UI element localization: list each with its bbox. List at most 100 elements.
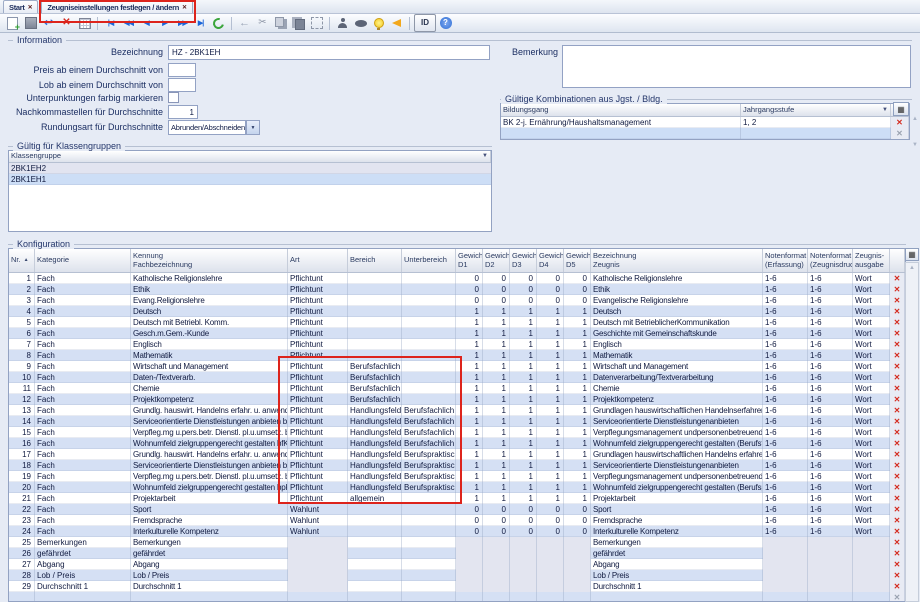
- grid-cell[interactable]: [537, 581, 564, 592]
- grid-cell[interactable]: Deutsch mit Betriebl. Komm.: [131, 317, 288, 328]
- grid-cell[interactable]: 1-6: [763, 460, 808, 471]
- grid-cell[interactable]: [501, 128, 741, 139]
- grid-cell[interactable]: 1: [510, 482, 537, 493]
- delete-row-icon[interactable]: ✕: [890, 372, 905, 383]
- grid-settings-button[interactable]: ▦: [893, 102, 909, 116]
- grid-cell[interactable]: 1: [483, 427, 510, 438]
- grid-cell[interactable]: [763, 581, 808, 592]
- grid-cell[interactable]: Wohnumfeld zielgruppengerecht gestalten …: [131, 482, 288, 493]
- grid-cell[interactable]: [763, 570, 808, 581]
- grid-cell[interactable]: Katholische Religionslehre: [591, 273, 763, 284]
- grid-cell[interactable]: Lob / Preis: [591, 570, 763, 581]
- grid-cell[interactable]: 1: [564, 449, 591, 460]
- grid-cell[interactable]: [348, 284, 402, 295]
- kombinationen-scrollbar[interactable]: ▲ ▼: [910, 116, 920, 148]
- grid-cell[interactable]: 1: [564, 383, 591, 394]
- column-header[interactable]: Notenformat (Erfassung): [763, 249, 808, 272]
- grid-cell[interactable]: 1: [537, 438, 564, 449]
- grid-cell[interactable]: Serviceorientierte Dienstleistungenanbie…: [591, 416, 763, 427]
- grid-cell[interactable]: [564, 548, 591, 559]
- grid-cell[interactable]: Handlungsfeld: [348, 416, 402, 427]
- delete-row-icon[interactable]: ✕: [890, 515, 905, 526]
- tab-start[interactable]: Start ✕: [3, 0, 38, 13]
- grid-cell[interactable]: 1-6: [763, 504, 808, 515]
- grid-cell[interactable]: [483, 592, 510, 602]
- grid-cell[interactable]: 7: [9, 339, 35, 350]
- grid-cell[interactable]: 21: [9, 493, 35, 504]
- copy-icon[interactable]: [272, 15, 289, 31]
- grid-cell[interactable]: Berufspraktisch: [402, 482, 456, 493]
- grid-cell[interactable]: 0: [537, 295, 564, 306]
- delete-row-icon[interactable]: ✕: [890, 449, 905, 460]
- grid-cell[interactable]: [288, 570, 348, 581]
- grid-cell[interactable]: [853, 548, 890, 559]
- grid-cell[interactable]: 19: [9, 471, 35, 482]
- grid-cell[interactable]: 1-6: [808, 394, 853, 405]
- column-header-bildungsgang[interactable]: Bildungsgang: [501, 104, 741, 116]
- grid-cell[interactable]: 1, 2: [741, 117, 891, 128]
- grid-cell[interactable]: 1-6: [808, 317, 853, 328]
- grid-cell[interactable]: 0: [564, 295, 591, 306]
- grid-cell[interactable]: Ethik: [591, 284, 763, 295]
- grid-cell[interactable]: Wort: [853, 306, 890, 317]
- grid-cell[interactable]: Berufsfachlich: [402, 427, 456, 438]
- tab-zeugniseinstellungen[interactable]: Zeugniseinstellungen festlegen / ändern …: [41, 0, 192, 13]
- ellipse-icon[interactable]: [352, 15, 369, 31]
- grid-cell[interactable]: Berufspraktisch: [402, 460, 456, 471]
- grid-cell[interactable]: 1: [537, 350, 564, 361]
- column-header[interactable]: Kennung Fachbezeichnung: [131, 249, 288, 272]
- grid-cell[interactable]: 1: [483, 317, 510, 328]
- grid-cell[interactable]: 1-6: [763, 284, 808, 295]
- grid-cell[interactable]: Evangelische Religionslehre: [591, 295, 763, 306]
- grid-cell[interactable]: Fach: [35, 438, 131, 449]
- grid-cell[interactable]: Fach: [35, 284, 131, 295]
- grid-cell[interactable]: Wort: [853, 449, 890, 460]
- grid-cell[interactable]: Handlungsfeld: [348, 427, 402, 438]
- grid-cell[interactable]: Durchschnitt 1: [35, 581, 131, 592]
- grid-cell[interactable]: Pflichtunt: [288, 372, 348, 383]
- grid-cell[interactable]: [402, 317, 456, 328]
- grid-cell[interactable]: gefährdet: [131, 548, 288, 559]
- grid-cell[interactable]: Pflichtunt: [288, 493, 348, 504]
- grid-cell[interactable]: Pflichtunt: [288, 284, 348, 295]
- grid-cell[interactable]: 1-6: [808, 372, 853, 383]
- column-header[interactable]: Gewicht D3: [510, 249, 537, 272]
- grid-cell[interactable]: gefährdet: [35, 548, 131, 559]
- grid-cell[interactable]: 1: [510, 460, 537, 471]
- grid-cell[interactable]: 1-6: [763, 493, 808, 504]
- grid-cell[interactable]: 1-6: [808, 295, 853, 306]
- grid-cell[interactable]: [348, 328, 402, 339]
- grid-cell[interactable]: Wort: [853, 383, 890, 394]
- grid-cell[interactable]: 0: [456, 284, 483, 295]
- grid-cell[interactable]: 1-6: [808, 361, 853, 372]
- grid-cell[interactable]: Berufspraktisch: [402, 449, 456, 460]
- grid-cell[interactable]: Berufsfachlich: [402, 438, 456, 449]
- grid-cell[interactable]: [763, 559, 808, 570]
- grid-cell[interactable]: 1-6: [808, 460, 853, 471]
- grid-cell[interactable]: 1-6: [808, 416, 853, 427]
- grid-cell[interactable]: Wirtschaft und Management: [591, 361, 763, 372]
- grid-cell[interactable]: Pflichtunt: [288, 350, 348, 361]
- grid-cell[interactable]: 1: [537, 372, 564, 383]
- grid-cell[interactable]: 1: [510, 416, 537, 427]
- delete-row-icon[interactable]: ✕: [890, 427, 905, 438]
- grid-cell[interactable]: Fach: [35, 504, 131, 515]
- delete-row-icon[interactable]: ✕: [890, 570, 905, 581]
- grid-cell[interactable]: 1: [510, 306, 537, 317]
- grid-cell[interactable]: Handlungsfeld: [348, 460, 402, 471]
- grid-cell[interactable]: Pflichtunt: [288, 449, 348, 460]
- grid-cell[interactable]: [456, 570, 483, 581]
- grid-cell[interactable]: 1: [564, 328, 591, 339]
- grid-cell[interactable]: 1-6: [763, 317, 808, 328]
- scroll-up-icon[interactable]: ▲: [912, 116, 918, 122]
- grid-cell[interactable]: 0: [537, 515, 564, 526]
- grid-cell[interactable]: Grundlg. hauswirt. Handelns erfahr. u. a…: [131, 405, 288, 416]
- grid-cell[interactable]: 1-6: [808, 471, 853, 482]
- delete-row-icon[interactable]: ✕: [890, 493, 905, 504]
- grid-cell[interactable]: 1-6: [808, 526, 853, 537]
- grid-cell[interactable]: 1-6: [808, 405, 853, 416]
- grid-cell[interactable]: 1: [564, 317, 591, 328]
- grid-cell[interactable]: [853, 592, 890, 602]
- grid-cell[interactable]: 0: [564, 284, 591, 295]
- grid-cell[interactable]: Fach: [35, 471, 131, 482]
